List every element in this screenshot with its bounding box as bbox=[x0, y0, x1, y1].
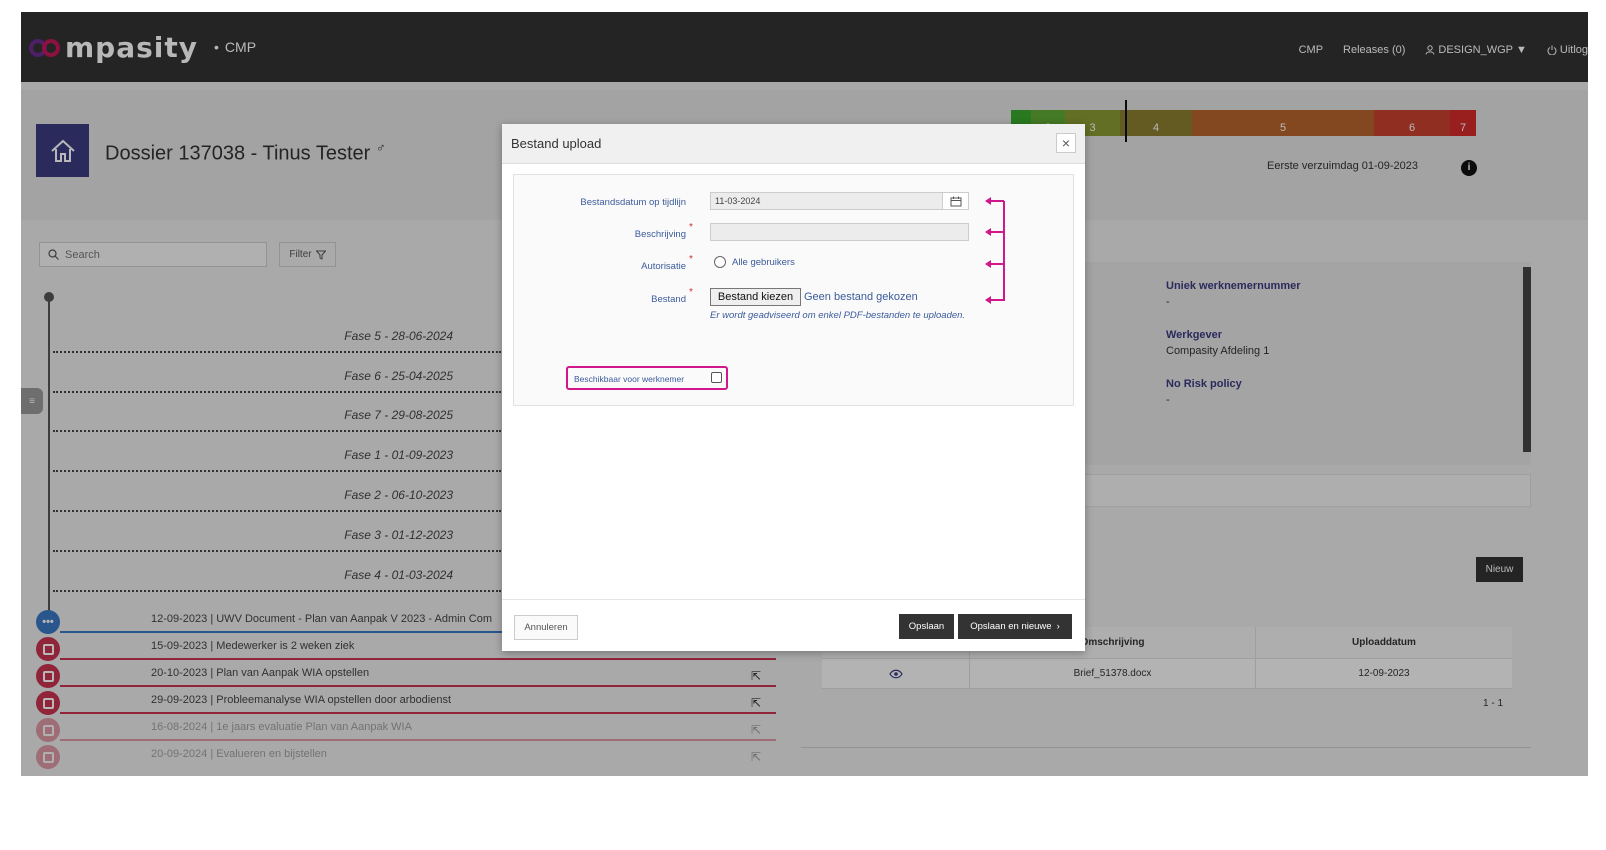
cancel-button[interactable]: Annuleren bbox=[514, 615, 578, 640]
close-button[interactable]: × bbox=[1056, 133, 1076, 153]
date-field[interactable]: 11-03-2024 bbox=[710, 192, 969, 210]
file-status: Geen bestand gekozen bbox=[804, 291, 918, 303]
chevron-right-icon: › bbox=[1056, 621, 1060, 632]
employee-available-option: Beschikbaar voor werknemer bbox=[566, 366, 728, 390]
bestand-label: Bestand bbox=[651, 294, 686, 305]
save-and-new-button[interactable]: Opslaan en nieuwe › bbox=[958, 614, 1072, 639]
upload-dialog: Bestand upload × Bestandsdatum op tijdli… bbox=[502, 124, 1085, 651]
dialog-title: Bestand upload bbox=[511, 136, 602, 151]
file-hint: Er wordt geadviseerd om enkel PDF-bestan… bbox=[710, 310, 966, 321]
upload-form: Bestandsdatum op tijdlijn 11-03-2024 Bes… bbox=[513, 174, 1074, 406]
app-frame: mpasity • CMP CMP Releases (0) DESIGN_WG… bbox=[21, 12, 1588, 776]
close-icon: × bbox=[1061, 135, 1071, 151]
calendar-button[interactable] bbox=[942, 192, 969, 210]
autorisatie-label: Autorisatie bbox=[641, 261, 686, 272]
annotation-arrows bbox=[985, 197, 1005, 304]
employee-available-label: Beschikbaar voor werknemer bbox=[574, 374, 685, 384]
calendar-icon bbox=[950, 196, 961, 206]
authorization-radio[interactable] bbox=[714, 256, 726, 268]
description-field[interactable] bbox=[710, 223, 969, 241]
required-marker: * bbox=[689, 254, 693, 265]
employee-available-checkbox[interactable] bbox=[711, 372, 722, 383]
save-and-new-label: Opslaan en nieuwe bbox=[970, 621, 1052, 632]
choose-file-button[interactable]: Bestand kiezen bbox=[710, 288, 801, 306]
required-marker: * bbox=[689, 287, 693, 298]
dialog-footer: Annuleren Opslaan Opslaan en nieuwe › bbox=[502, 599, 1085, 651]
dialog-header: Bestand upload × bbox=[502, 124, 1085, 164]
beschrijving-label: Beschrijving bbox=[634, 229, 686, 240]
save-button[interactable]: Opslaan bbox=[899, 614, 954, 639]
datum-label: Bestandsdatum op tijdlijn bbox=[580, 197, 686, 208]
required-marker: * bbox=[689, 222, 693, 233]
authorization-option-label[interactable]: Alle gebruikers bbox=[732, 257, 795, 268]
